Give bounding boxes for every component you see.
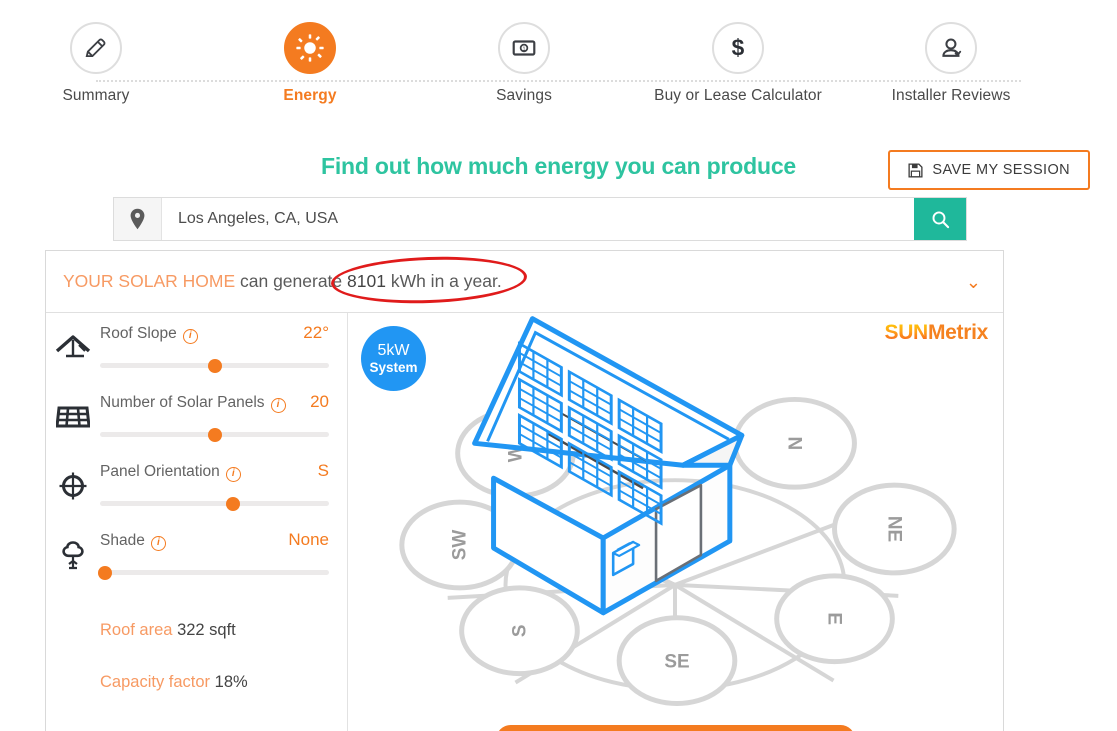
svg-text:N: N [784,436,805,450]
nav-step-energy[interactable]: Energy [220,22,400,105]
number-of-solar-panels-slider[interactable] [100,427,329,442]
calculator-step-circle[interactable]: $ [712,22,764,74]
compass-icon [51,469,95,503]
location-search-input[interactable] [162,198,914,240]
energy-page: Summary Energy 1 Savings $ Buy or Lease … [0,0,1117,731]
nav-step-summary[interactable]: Summary [6,22,186,105]
card-body: Roof Slope i 22° Number of Solar Panels … [46,313,1003,731]
metric-value: 322 sqft [177,621,236,639]
result-sentence: YOUR SOLAR HOME can generate 8101 kWh in… [63,271,502,292]
system-size-badge: 5kW System [361,326,426,391]
info-icon[interactable]: i [270,397,286,413]
metric-capacity-factor: Capacity factor 18% [46,673,347,692]
control-number-of-solar-panels: Number of Solar Panels i 20 [46,392,347,461]
sunmetrix-logo: SUNMetrix [884,321,988,345]
badge-size: 5kW [377,341,410,359]
banknote-icon: 1 [512,40,536,56]
roof-slope-icon [51,331,95,365]
summary-step-circle[interactable] [70,22,122,74]
svg-text:S: S [509,624,530,637]
control-label: Shade [100,532,145,549]
info-icon[interactable]: i [150,535,166,551]
energy-step-circle[interactable] [284,22,336,74]
control-value: 20 [310,392,329,411]
solar-panel-icon [51,400,95,434]
nav-step-label: Energy [283,87,337,104]
metric-label: Roof area [100,621,173,639]
save-my-session-label: SAVE MY SESSION [932,162,1070,178]
logo-sun-text: SUN [884,321,928,344]
svg-text:E: E [824,612,845,625]
nav-step-buy-or-lease-calculator[interactable]: $ Buy or Lease Calculator [648,22,828,105]
slider-thumb[interactable] [225,496,240,511]
svg-text:SE: SE [664,652,689,673]
location-pin-container [114,198,162,240]
search-button[interactable] [914,198,966,240]
roof-slope-slider[interactable] [100,358,329,373]
nav-step-installer-reviews[interactable]: Installer Reviews [861,22,1041,105]
slider-thumb[interactable] [207,427,222,442]
location-search-bar [113,197,967,241]
svg-text:1: 1 [522,47,525,53]
isometric-house-diagram: N NE E SE S SW W [399,316,957,706]
svg-text:$: $ [732,35,745,61]
slider-thumb[interactable] [207,358,222,373]
tree-icon [51,538,95,572]
control-shade: Shade i None [46,530,347,599]
control-value: None [288,530,329,549]
shade-slider[interactable] [97,565,329,580]
chevron-down-icon[interactable]: ⌄ [966,273,981,291]
pencil-icon [85,38,106,58]
control-value: 22° [303,323,329,342]
control-header: Shade i None [100,530,329,556]
house-visualization-panel: N NE E SE S SW W 5kW System SUNMetrix [348,313,1003,731]
nav-step-label: Summary [62,87,130,104]
control-header: Number of Solar Panels i 20 [100,392,329,418]
save-my-session-button[interactable]: SAVE MY SESSION [888,150,1090,190]
dollar-icon: $ [732,35,745,61]
metric-label: Capacity factor [100,673,211,691]
panel-orientation-slider[interactable] [100,496,329,511]
search-icon [932,211,949,228]
nav-step-label: Savings [496,87,552,104]
metric-roof-area: Roof area 322 sqft [46,621,347,640]
svg-text:NE: NE [883,516,904,542]
floppy-disk-icon [908,162,923,178]
nav-step-label: Buy or Lease Calculator [654,87,822,104]
metric-value: 18% [214,673,248,691]
sun-icon [296,34,324,62]
savings-step-circle[interactable]: 1 [498,22,550,74]
slider-thumb[interactable] [97,565,112,580]
system-size-tooltip[interactable]: You're now at the average size for resid… [495,725,856,731]
info-icon[interactable]: i [225,466,241,482]
control-value: S [317,461,329,480]
control-label: Roof Slope [100,325,177,342]
control-header: Roof Slope i 22° [100,323,329,349]
logo-metrix-text: Metrix [927,321,988,344]
user-check-icon [941,37,961,57]
control-header: Panel Orientation i S [100,461,329,487]
info-icon[interactable]: i [182,328,198,344]
badge-caption: System [369,359,418,375]
control-label: Number of Solar Panels [100,394,265,411]
result-prefix: YOUR SOLAR HOME [63,271,236,291]
result-suffix: kWh in a year. [385,271,502,291]
result-middle: can generate [235,271,348,291]
map-pin-icon [130,208,145,230]
svg-text:SW: SW [450,530,471,561]
controls-panel: Roof Slope i 22° Number of Solar Panels … [46,313,348,731]
control-panel-orientation: Panel Orientation i S [46,461,347,530]
nav-step-savings[interactable]: 1 Savings [434,22,614,105]
nav-step-label: Installer Reviews [891,87,1011,104]
step-navigation: Summary Energy 1 Savings $ Buy or Lease … [0,22,1117,132]
control-roof-slope: Roof Slope i 22° [46,323,347,392]
control-label: Panel Orientation [100,463,220,480]
result-value: 8101 [347,271,386,291]
energy-result-card: YOUR SOLAR HOME can generate 8101 kWh in… [45,250,1004,731]
result-summary-header: YOUR SOLAR HOME can generate 8101 kWh in… [46,251,1003,313]
installer-step-circle[interactable] [925,22,977,74]
